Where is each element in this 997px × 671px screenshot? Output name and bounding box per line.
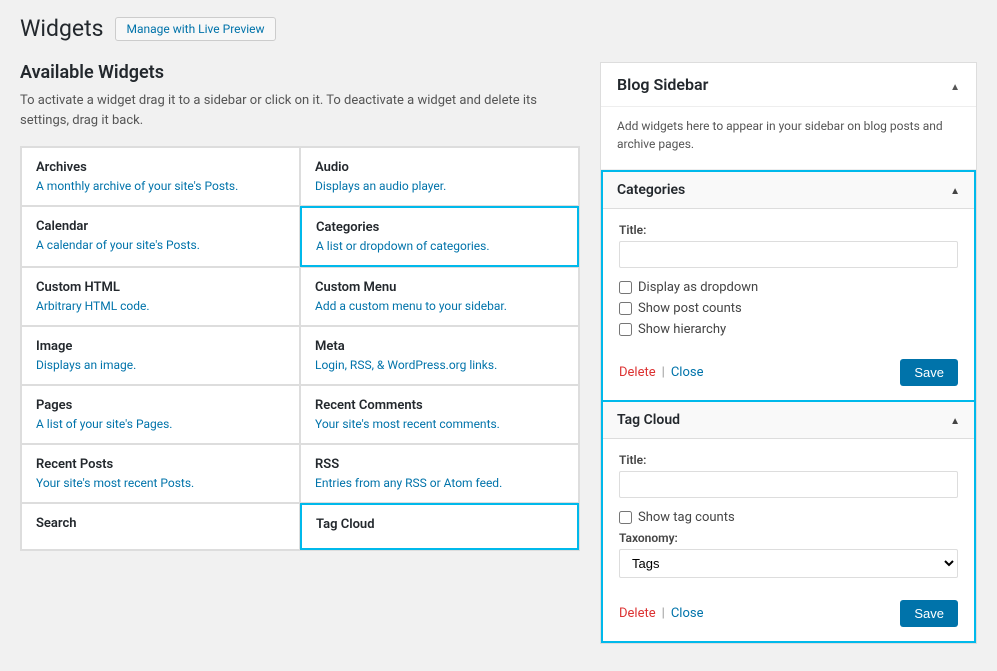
available-widgets-description: To activate a widget drag it to a sideba… (20, 91, 580, 130)
widget-panel-header-categories-widget[interactable]: Categories (603, 172, 974, 209)
taxonomy-row: Taxonomy: TagsCategoriesPost Format (619, 531, 958, 578)
widget-pages[interactable]: Pages A list of your site's Pages. (21, 385, 300, 444)
checkbox-row-show-tag-counts: Show tag counts (619, 510, 958, 525)
widget-name-custom-html: Custom HTML (36, 280, 285, 295)
widget-panel-body-tag-cloud-widget: Title: Show tag counts Taxonomy: TagsCat… (603, 439, 974, 641)
widget-categories[interactable]: Categories A list or dropdown of categori… (300, 206, 579, 267)
widget-panel-body-categories-widget: Title: Display as dropdown Show post cou… (603, 209, 974, 400)
widget-name-tag-cloud: Tag Cloud (316, 517, 563, 532)
collapse-all-icon[interactable] (950, 75, 960, 94)
page-title: Widgets (20, 15, 103, 42)
checkbox-row-show-post-counts: Show post counts (619, 301, 958, 316)
widget-tag-cloud[interactable]: Tag Cloud (300, 503, 579, 550)
widget-panel-title-categories-widget: Categories (617, 182, 685, 198)
widget-name-archives: Archives (36, 160, 285, 175)
widget-panel-title-tag-cloud-widget: Tag Cloud (617, 412, 680, 428)
taxonomy-label: Taxonomy: (619, 531, 958, 545)
sidebar-widget-tag-cloud-widget: Tag Cloud Title: Show tag counts Taxonom… (601, 402, 976, 643)
widget-name-recent-comments: Recent Comments (315, 398, 564, 413)
checkbox-show-hierarchy[interactable] (619, 323, 632, 336)
widget-calendar[interactable]: Calendar A calendar of your site's Posts. (21, 206, 300, 267)
widget-collapse-icon-tag-cloud-widget[interactable] (950, 413, 960, 428)
checkbox-label-show-hierarchy: Show hierarchy (638, 322, 726, 337)
available-widgets-title: Available Widgets (20, 62, 580, 83)
widget-name-pages: Pages (36, 398, 285, 413)
widget-actions-tag-cloud-widget: Delete | Close Save (619, 590, 958, 627)
sidebar-title: Blog Sidebar (617, 75, 708, 94)
checkbox-label-show-post-counts: Show post counts (638, 301, 742, 316)
widget-name-rss: RSS (315, 457, 564, 472)
action-links-tag-cloud-widget: Delete | Close (619, 606, 703, 621)
title-label-categories-widget: Title: (619, 223, 958, 237)
delete-link-categories-widget[interactable]: Delete (619, 365, 656, 380)
sidebar-header: Blog Sidebar (601, 63, 976, 107)
save-button-tag-cloud-widget[interactable]: Save (900, 600, 958, 627)
widget-name-meta: Meta (315, 339, 564, 354)
widget-name-search: Search (36, 516, 285, 531)
widget-desc-audio: Displays an audio player. (315, 179, 564, 193)
sidebar-description: Add widgets here to appear in your sideb… (601, 107, 976, 170)
save-button-categories-widget[interactable]: Save (900, 359, 958, 386)
widget-desc-meta: Login, RSS, & WordPress.org links. (315, 358, 564, 372)
widget-archives[interactable]: Archives A monthly archive of your site's… (21, 147, 300, 206)
widget-image[interactable]: Image Displays an image. (21, 326, 300, 385)
available-widgets-panel: Available Widgets To activate a widget d… (20, 62, 580, 551)
action-links-categories-widget: Delete | Close (619, 365, 703, 380)
widget-name-custom-menu: Custom Menu (315, 280, 564, 295)
widget-recent-posts[interactable]: Recent Posts Your site's most recent Post… (21, 444, 300, 503)
checkbox-display-dropdown[interactable] (619, 281, 632, 294)
widget-desc-categories: A list or dropdown of categories. (316, 239, 563, 253)
widget-desc-recent-comments: Your site's most recent comments. (315, 417, 564, 431)
title-input-categories-widget[interactable] (619, 241, 958, 268)
widgets-grid: Archives A monthly archive of your site's… (20, 146, 580, 551)
widget-custom-menu[interactable]: Custom Menu Add a custom menu to your sid… (300, 267, 579, 326)
widget-name-image: Image (36, 339, 285, 354)
taxonomy-select[interactable]: TagsCategoriesPost Format (619, 549, 958, 578)
widget-desc-custom-html: Arbitrary HTML code. (36, 299, 285, 313)
widget-desc-custom-menu: Add a custom menu to your sidebar. (315, 299, 564, 313)
widget-name-categories: Categories (316, 220, 563, 235)
title-label-tag-cloud-widget: Title: (619, 453, 958, 467)
title-row-tag-cloud-widget: Title: (619, 453, 958, 498)
checkbox-row-show-hierarchy: Show hierarchy (619, 322, 958, 337)
widget-rss[interactable]: RSS Entries from any RSS or Atom feed. (300, 444, 579, 503)
widget-desc-archives: A monthly archive of your site's Posts. (36, 179, 285, 193)
blog-sidebar-panel: Blog Sidebar Add widgets here to appear … (600, 62, 977, 644)
widget-audio[interactable]: Audio Displays an audio player. (300, 147, 579, 206)
widget-desc-recent-posts: Your site's most recent Posts. (36, 476, 285, 490)
widget-desc-image: Displays an image. (36, 358, 285, 372)
widget-name-calendar: Calendar (36, 219, 285, 234)
widget-desc-pages: A list of your site's Pages. (36, 417, 285, 431)
title-row-categories-widget: Title: (619, 223, 958, 268)
widget-desc-rss: Entries from any RSS or Atom feed. (315, 476, 564, 490)
sidebar-widgets-container: Categories Title: Display as dropdown Sh… (601, 170, 976, 643)
separator-categories-widget: | (662, 365, 665, 380)
live-preview-button[interactable]: Manage with Live Preview (115, 17, 275, 41)
separator-tag-cloud-widget: | (662, 606, 665, 621)
widget-desc-calendar: A calendar of your site's Posts. (36, 238, 285, 252)
widget-name-audio: Audio (315, 160, 564, 175)
checkbox-row-display-dropdown: Display as dropdown (619, 280, 958, 295)
delete-link-tag-cloud-widget[interactable]: Delete (619, 606, 656, 621)
checkbox-label-show-tag-counts: Show tag counts (638, 510, 735, 525)
title-input-tag-cloud-widget[interactable] (619, 471, 958, 498)
widget-actions-categories-widget: Delete | Close Save (619, 349, 958, 386)
widget-search[interactable]: Search (21, 503, 300, 550)
checkbox-show-tag-counts[interactable] (619, 511, 632, 524)
widget-name-recent-posts: Recent Posts (36, 457, 285, 472)
widget-collapse-icon-categories-widget[interactable] (950, 183, 960, 198)
checkbox-label-display-dropdown: Display as dropdown (638, 280, 758, 295)
close-link-tag-cloud-widget[interactable]: Close (671, 606, 704, 621)
sidebar-widget-categories-widget: Categories Title: Display as dropdown Sh… (601, 170, 976, 402)
widget-recent-comments[interactable]: Recent Comments Your site's most recent c… (300, 385, 579, 444)
checkbox-show-post-counts[interactable] (619, 302, 632, 315)
widget-custom-html[interactable]: Custom HTML Arbitrary HTML code. (21, 267, 300, 326)
widget-meta[interactable]: Meta Login, RSS, & WordPress.org links. (300, 326, 579, 385)
widget-panel-header-tag-cloud-widget[interactable]: Tag Cloud (603, 402, 974, 439)
close-link-categories-widget[interactable]: Close (671, 365, 704, 380)
